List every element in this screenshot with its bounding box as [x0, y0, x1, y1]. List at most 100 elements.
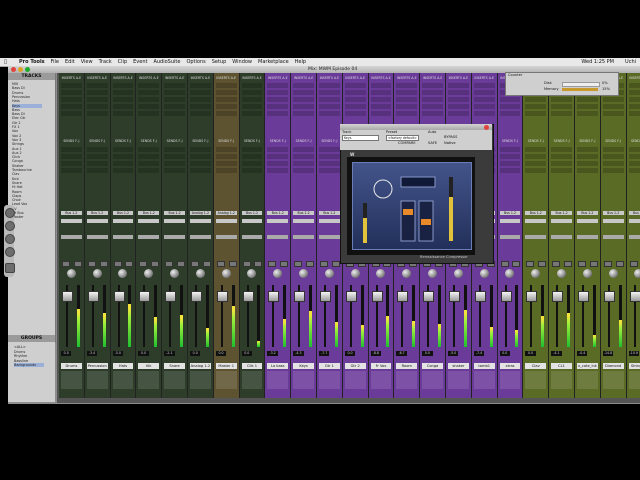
send-slot[interactable] — [267, 147, 289, 152]
insert-slot[interactable] — [138, 97, 160, 102]
solo-button[interactable] — [603, 261, 612, 267]
app-menu[interactable]: Pro Tools — [19, 58, 45, 66]
send-slot[interactable] — [267, 168, 289, 173]
insert-slot[interactable] — [190, 104, 211, 109]
send-slot[interactable] — [215, 147, 237, 152]
volume-fader[interactable] — [320, 291, 331, 302]
output-selector[interactable]: Bus 1-2 — [61, 211, 82, 215]
send-slot[interactable] — [86, 147, 108, 152]
send-slot[interactable] — [112, 161, 134, 166]
send-slot[interactable] — [551, 147, 572, 152]
automation-selector[interactable] — [628, 219, 640, 223]
send-slot[interactable] — [577, 147, 598, 152]
insert-slot[interactable] — [370, 97, 392, 102]
mute-button[interactable] — [589, 261, 598, 267]
volume-fader[interactable] — [474, 291, 486, 302]
send-slot[interactable] — [112, 154, 134, 159]
send-slot[interactable] — [499, 168, 521, 173]
insert-slot[interactable] — [551, 111, 572, 116]
send-slot[interactable] — [577, 161, 598, 166]
insert-slot[interactable] — [61, 97, 82, 102]
insert-slot[interactable] — [138, 90, 160, 95]
inserts-header[interactable]: INSERTS A-E — [344, 76, 367, 81]
send-slot[interactable] — [319, 168, 340, 173]
volume-fader[interactable] — [191, 291, 202, 302]
apple-menu-icon[interactable]:  — [4, 58, 7, 66]
sends-header[interactable]: SENDS F-J — [576, 139, 599, 144]
insert-slot[interactable] — [473, 97, 495, 102]
comments-box[interactable] — [293, 371, 314, 389]
track-name-plate[interactable]: Master 1 — [215, 363, 237, 369]
send-slot[interactable] — [215, 161, 237, 166]
volume-readout[interactable]: -5.0 — [448, 351, 459, 356]
volume-readout[interactable]: 0.0 — [61, 351, 72, 356]
volume-fader[interactable] — [629, 291, 640, 302]
volume-readout[interactable]: 0.0 — [241, 351, 252, 356]
sends-header[interactable]: SENDS F-J — [215, 139, 238, 144]
automation-selector[interactable] — [190, 219, 211, 223]
automation-selector[interactable] — [319, 219, 340, 223]
track-name-plate[interactable]: Hats — [112, 363, 134, 369]
send-slot[interactable] — [602, 154, 624, 159]
insert-slot[interactable] — [499, 104, 521, 109]
group-selector[interactable] — [628, 235, 640, 239]
mute-button[interactable] — [176, 261, 185, 267]
send-slot[interactable] — [267, 161, 289, 166]
plugin-track-select[interactable]: Keys — [342, 135, 379, 141]
menu-setup[interactable]: Setup — [212, 58, 227, 66]
output-selector[interactable]: Bus 1-2 — [499, 211, 521, 215]
inserts-header[interactable]: INSERTS A-E — [266, 76, 289, 81]
send-slot[interactable] — [267, 154, 289, 159]
mute-button[interactable] — [99, 261, 108, 267]
insert-slot[interactable] — [628, 90, 640, 95]
inserts-header[interactable]: INSERTS A-E — [163, 76, 186, 81]
pan-knob[interactable] — [324, 269, 334, 278]
automation-selector[interactable] — [499, 219, 521, 223]
send-slot[interactable] — [138, 161, 160, 166]
menu-view[interactable]: View — [81, 58, 93, 66]
solo-button[interactable] — [191, 261, 199, 267]
send-slot[interactable] — [525, 154, 547, 159]
volume-fader[interactable] — [216, 291, 228, 302]
track-name-plate[interactable]: Diamond — [602, 363, 624, 369]
pan-knob[interactable] — [66, 269, 76, 278]
track-name-plate[interactable]: xtras — [499, 363, 521, 369]
send-slot[interactable] — [602, 161, 624, 166]
pan-knob[interactable] — [170, 269, 180, 278]
send-slot[interactable] — [499, 161, 521, 166]
track-name-plate[interactable]: Kik — [138, 363, 160, 369]
solo-button[interactable] — [216, 261, 225, 267]
group-selector[interactable] — [138, 235, 160, 239]
output-selector[interactable]: Analog 1-2 — [190, 211, 211, 215]
group-selector[interactable] — [241, 235, 263, 239]
insert-slot[interactable] — [241, 104, 263, 109]
volume-readout[interactable]: -4.3 — [293, 351, 304, 356]
send-slot[interactable] — [190, 168, 211, 173]
insert-slot[interactable] — [112, 111, 134, 116]
volume-fader[interactable] — [500, 291, 512, 302]
menu-window[interactable]: Window — [232, 58, 252, 66]
send-slot[interactable] — [551, 154, 572, 159]
send-slot[interactable] — [293, 161, 314, 166]
volume-readout[interactable]: -10.9 — [628, 351, 639, 356]
insert-slot[interactable] — [344, 111, 366, 116]
mute-button[interactable] — [151, 261, 160, 267]
comments-box[interactable] — [138, 371, 160, 389]
inserts-header[interactable]: INSERTS A-E — [86, 76, 109, 81]
insert-slot[interactable] — [525, 97, 547, 102]
insert-slot[interactable] — [602, 111, 624, 116]
threshold-slider[interactable] — [400, 200, 416, 242]
pan-knob[interactable] — [273, 269, 283, 278]
insert-slot[interactable] — [473, 111, 495, 116]
volume-readout[interactable]: -4.1 — [551, 351, 562, 356]
send-slot[interactable] — [190, 147, 211, 152]
insert-slot[interactable] — [267, 111, 289, 116]
group-selector[interactable] — [267, 235, 289, 239]
group-list-item[interactable]: <ALL> — [14, 345, 44, 349]
comments-box[interactable] — [319, 371, 340, 389]
send-slot[interactable] — [215, 154, 237, 159]
group-selector[interactable] — [164, 235, 185, 239]
volume-readout[interactable]: 0.0 — [499, 351, 510, 356]
plugin-bypass-button[interactable]: BYPASS — [444, 135, 457, 139]
group-selector[interactable] — [525, 235, 547, 239]
